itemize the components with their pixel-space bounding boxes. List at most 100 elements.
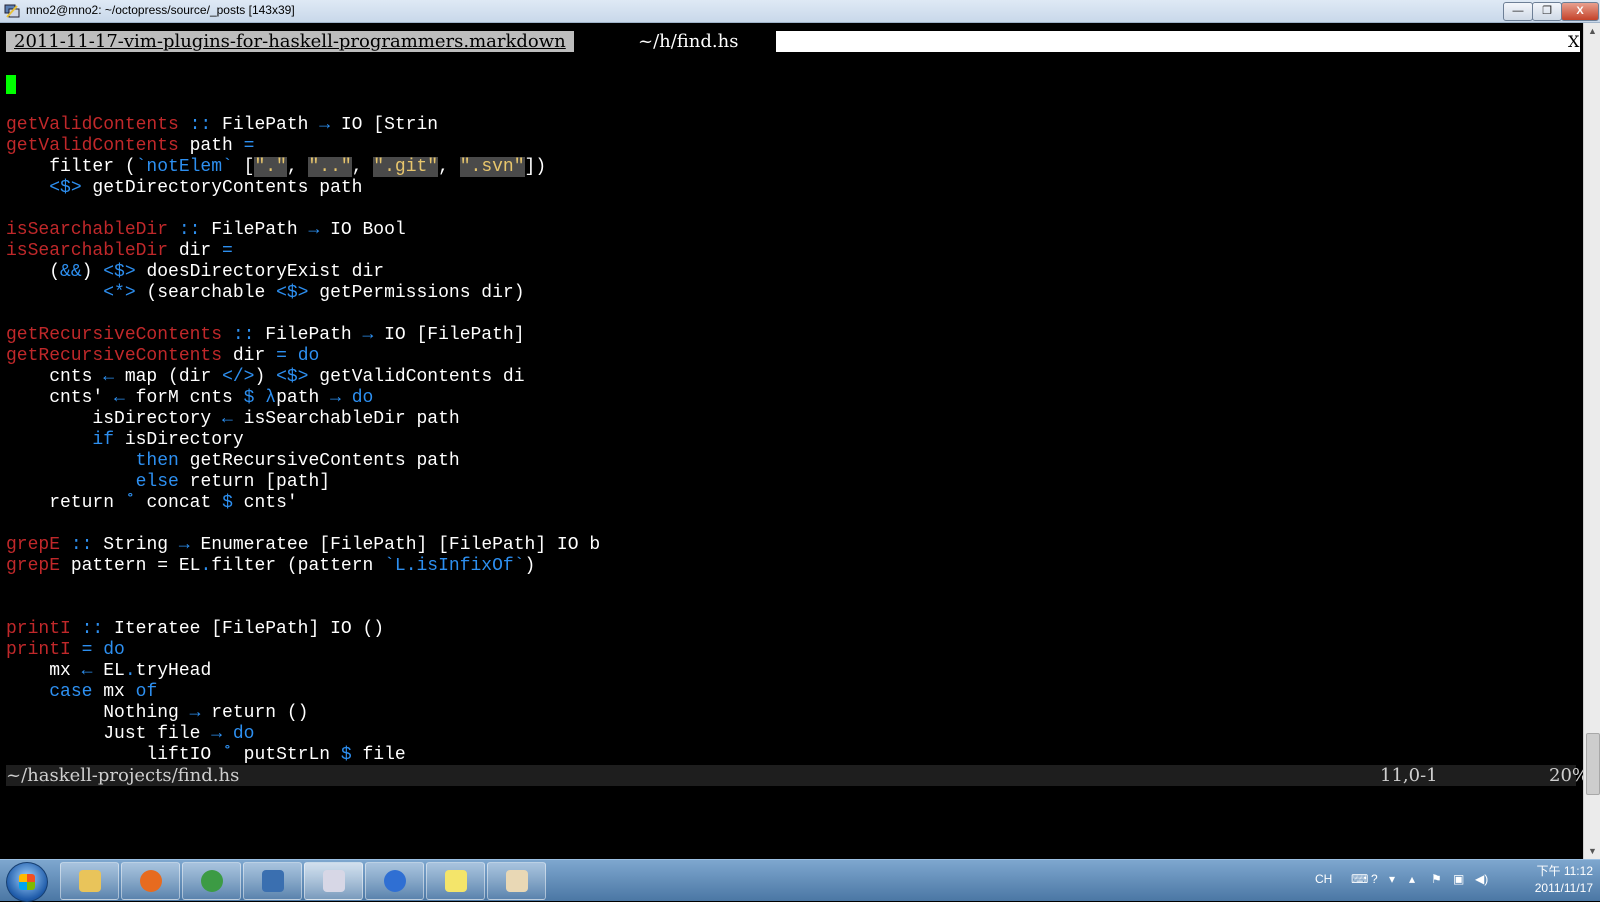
code-token: ".svn" [459, 157, 525, 177]
code-token: isSearchableDir [6, 220, 169, 240]
show-hidden-icons-icon[interactable]: ▴ [1409, 872, 1415, 886]
scroll-down-arrow-icon[interactable]: ▼ [1584, 843, 1600, 859]
code-line: isSearchableDir :: FilePath → IO Bool [6, 220, 600, 241]
code-token: → [211, 724, 223, 744]
code-token: <$> [103, 262, 136, 282]
taskbar-button-putty[interactable] [304, 862, 363, 900]
vim-statusline: ~/haskell-projects/find.hs 11,0-1 20% [6, 765, 1589, 786]
tab-close-button[interactable]: X [1568, 31, 1580, 52]
code-token: ) [254, 367, 277, 387]
code-token: IO Bool [330, 220, 406, 240]
code-token: . [124, 661, 136, 681]
text-cursor [6, 75, 16, 94]
code-line: (&&) <$> doesDirectoryExist dir [6, 262, 600, 283]
start-button[interactable] [6, 862, 48, 902]
code-token: if [92, 430, 115, 450]
code-token: String [103, 535, 179, 555]
code-token: ← [114, 388, 125, 408]
code-token: <$> [276, 367, 309, 387]
code-token: isDirectory [6, 409, 223, 429]
code-line: then getRecursiveContents path [6, 451, 600, 472]
putty-icon [323, 870, 345, 892]
code-line: printI :: Iteratee [FilePath] IO () [6, 619, 600, 640]
taskbar-button-firefox[interactable] [121, 862, 180, 900]
taskbar-button-sticky-notes[interactable] [426, 862, 485, 900]
tab-find-hs[interactable]: ~/h/find.hs [638, 31, 738, 52]
code-editor[interactable]: getValidContents :: FilePath → IO [Strin… [6, 94, 600, 787]
taskbar-button-chrome[interactable] [182, 862, 241, 900]
code-token: λ [265, 388, 277, 408]
ime-options-icon[interactable]: ▾ [1389, 872, 1395, 886]
code-token: pattern = EL [60, 556, 201, 576]
code-token: cnts [6, 367, 104, 387]
window-titlebar[interactable]: mno2@mno2: ~/octopress/source/_posts [14… [0, 0, 1600, 23]
window-title: mno2@mno2: ~/octopress/source/_posts [14… [26, 3, 295, 17]
code-token: FilePath [222, 115, 320, 135]
code-line: grepE pattern = EL.filter (pattern `L.is… [6, 556, 600, 577]
code-line: grepE :: String → Enumeratee [FilePath] … [6, 535, 600, 556]
code-token: cnts' [232, 493, 298, 513]
code-line: mx ← EL.tryHead [6, 661, 600, 682]
code-token: <*> [103, 283, 136, 303]
code-token: → [362, 325, 385, 345]
code-token: ) [81, 262, 104, 282]
clock-date: 2011/11/17 [1534, 881, 1593, 895]
code-token: = [276, 346, 287, 366]
xampp-icon [262, 870, 284, 892]
code-token: → [178, 535, 190, 555]
code-token: :: [60, 535, 104, 555]
status-file-path: ~/haskell-projects/find.hs [6, 765, 240, 786]
code-token: . [200, 556, 212, 576]
chrome-icon [201, 870, 223, 892]
tab-markdown-post[interactable]: 2011-11-17-vim-plugins-for-haskell-progr… [6, 31, 574, 52]
taskbar-button-paint[interactable] [487, 862, 546, 900]
terminal-area[interactable]: 2011-11-17-vim-plugins-for-haskell-progr… [0, 23, 1589, 859]
code-line: getValidContents :: FilePath → IO [Strin [6, 115, 600, 136]
code-token: `notElem` [135, 157, 233, 177]
scroll-up-arrow-icon[interactable]: ▲ [1584, 23, 1600, 39]
code-line: printI = do [6, 640, 600, 661]
code-token: cnts' [6, 388, 115, 408]
code-token: path [178, 136, 244, 156]
code-token: getRecursiveContents path [178, 451, 460, 471]
code-token: ← [222, 409, 233, 429]
volume-icon[interactable]: ◀) [1475, 872, 1488, 886]
taskbar-button-explorer[interactable] [60, 862, 119, 900]
code-token: isSearchableDir [6, 241, 169, 261]
language-indicator[interactable]: CH [1315, 872, 1332, 886]
code-token: ".." [308, 157, 352, 177]
help-icon[interactable]: ? [1371, 872, 1378, 886]
minimize-button[interactable]: — [1503, 2, 1533, 21]
code-token: <$> [276, 283, 309, 303]
code-token: `L.isInfixOf` [384, 556, 525, 576]
code-token: "." [254, 157, 287, 177]
action-center-flag-icon[interactable]: ⚑ [1431, 872, 1442, 886]
code-line: getRecursiveContents :: FilePath → IO [F… [6, 325, 600, 346]
code-token: path [276, 388, 331, 408]
tabline-fill [776, 31, 1571, 52]
close-button[interactable]: X [1561, 2, 1599, 21]
terminal-scrollbar[interactable]: ▲ ▼ [1583, 23, 1600, 859]
code-token: printI [6, 619, 71, 639]
taskbar-button-xampp[interactable] [243, 862, 302, 900]
code-token: Nothing [6, 703, 190, 723]
code-line: Nothing → return () [6, 703, 600, 724]
code-token: do [297, 346, 320, 366]
code-token: forM cnts [124, 388, 244, 408]
system-clock[interactable]: 下午 11:12 2011/11/17 [1505, 863, 1593, 897]
code-token: ← [103, 367, 115, 387]
scrollbar-thumb[interactable] [1586, 733, 1600, 795]
keyboard-icon[interactable]: ⌨ [1351, 872, 1368, 886]
code-token: file [351, 745, 406, 765]
status-cursor-position: 11,0-1 [1380, 765, 1438, 786]
maximize-button[interactable]: ❐ [1532, 2, 1562, 21]
network-icon[interactable]: ▣ [1453, 872, 1464, 886]
taskbar-button-itunes[interactable] [365, 862, 424, 900]
code-token: IO [FilePath] [384, 325, 525, 345]
code-token: getPermissions dir) [308, 283, 525, 303]
